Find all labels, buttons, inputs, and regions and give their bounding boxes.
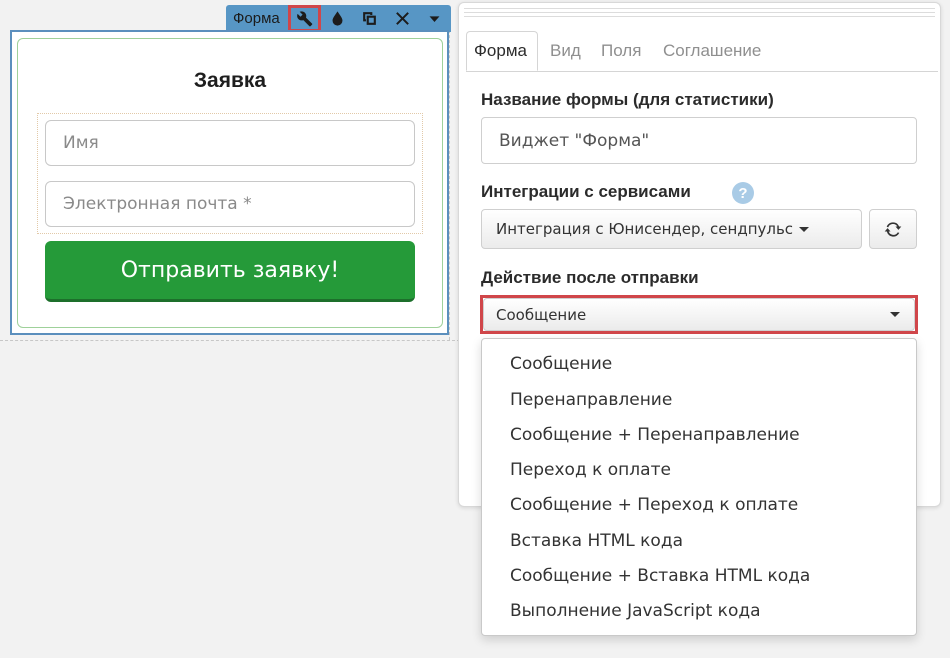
refresh-button[interactable] [869, 209, 917, 249]
integrations-label: Интеграции с сервисами [481, 182, 691, 201]
dropdown-option[interactable]: Сообщение + Вставка HTML кода [510, 566, 810, 586]
tab-form[interactable]: Форма [466, 31, 538, 71]
email-input[interactable]: Электронная почта * [45, 181, 415, 227]
dropdown-option[interactable]: Перенаправление [510, 390, 672, 410]
tab-agreement[interactable]: Соглашение [663, 31, 761, 71]
panel-drag-handle-line [464, 16, 935, 17]
copy-icon[interactable] [353, 5, 386, 32]
submit-button[interactable]: Отправить заявку! [45, 241, 415, 302]
help-icon[interactable]: ? [732, 182, 754, 204]
dropdown-option[interactable]: Выполнение JavaScript кода [510, 601, 761, 621]
caret-down-icon [799, 226, 810, 232]
refresh-icon [884, 222, 902, 237]
drop-icon[interactable] [321, 5, 354, 32]
wrench-icon[interactable] [288, 5, 321, 32]
dropdown-option[interactable]: Сообщение [510, 354, 612, 374]
form-title: Заявка [193, 69, 267, 92]
form-name-input[interactable]: Виджет "Форма" [481, 117, 917, 164]
form-name-label: Название формы (для статистики) [481, 90, 774, 109]
dropdown-option[interactable]: Переход к оплате [510, 460, 671, 480]
widget-type-label: Форма [233, 10, 280, 27]
tab-fields[interactable]: Поля [601, 31, 641, 71]
integrations-select[interactable]: Интеграция с Юнисендер, сендпульс [481, 209, 862, 249]
select-highlight-frame [480, 295, 918, 334]
caret-down-icon[interactable] [419, 5, 452, 32]
close-icon[interactable] [386, 5, 419, 32]
after-submit-dropdown: Сообщение Перенаправление Сообщение + Пе… [481, 338, 917, 636]
name-input[interactable]: Имя [45, 120, 415, 166]
widget-toolbar: Форма [226, 5, 451, 32]
integrations-select-value: Интеграция с Юнисендер, сендпульс [496, 220, 794, 238]
tab-view[interactable]: Вид [550, 31, 581, 71]
dropdown-option[interactable]: Сообщение + Перенаправление [510, 425, 800, 445]
panel-drag-handle[interactable] [464, 8, 935, 9]
panel-drag-handle-line [464, 12, 935, 13]
after-submit-label: Действие после отправки [481, 268, 699, 287]
canvas-boundary-right [449, 20, 450, 340]
settings-tabs: Форма Вид Поля Соглашение [466, 31, 938, 72]
dropdown-option[interactable]: Вставка HTML кода [510, 531, 683, 551]
canvas-boundary-bottom [0, 340, 460, 341]
dropdown-option[interactable]: Сообщение + Переход к оплате [510, 495, 798, 515]
